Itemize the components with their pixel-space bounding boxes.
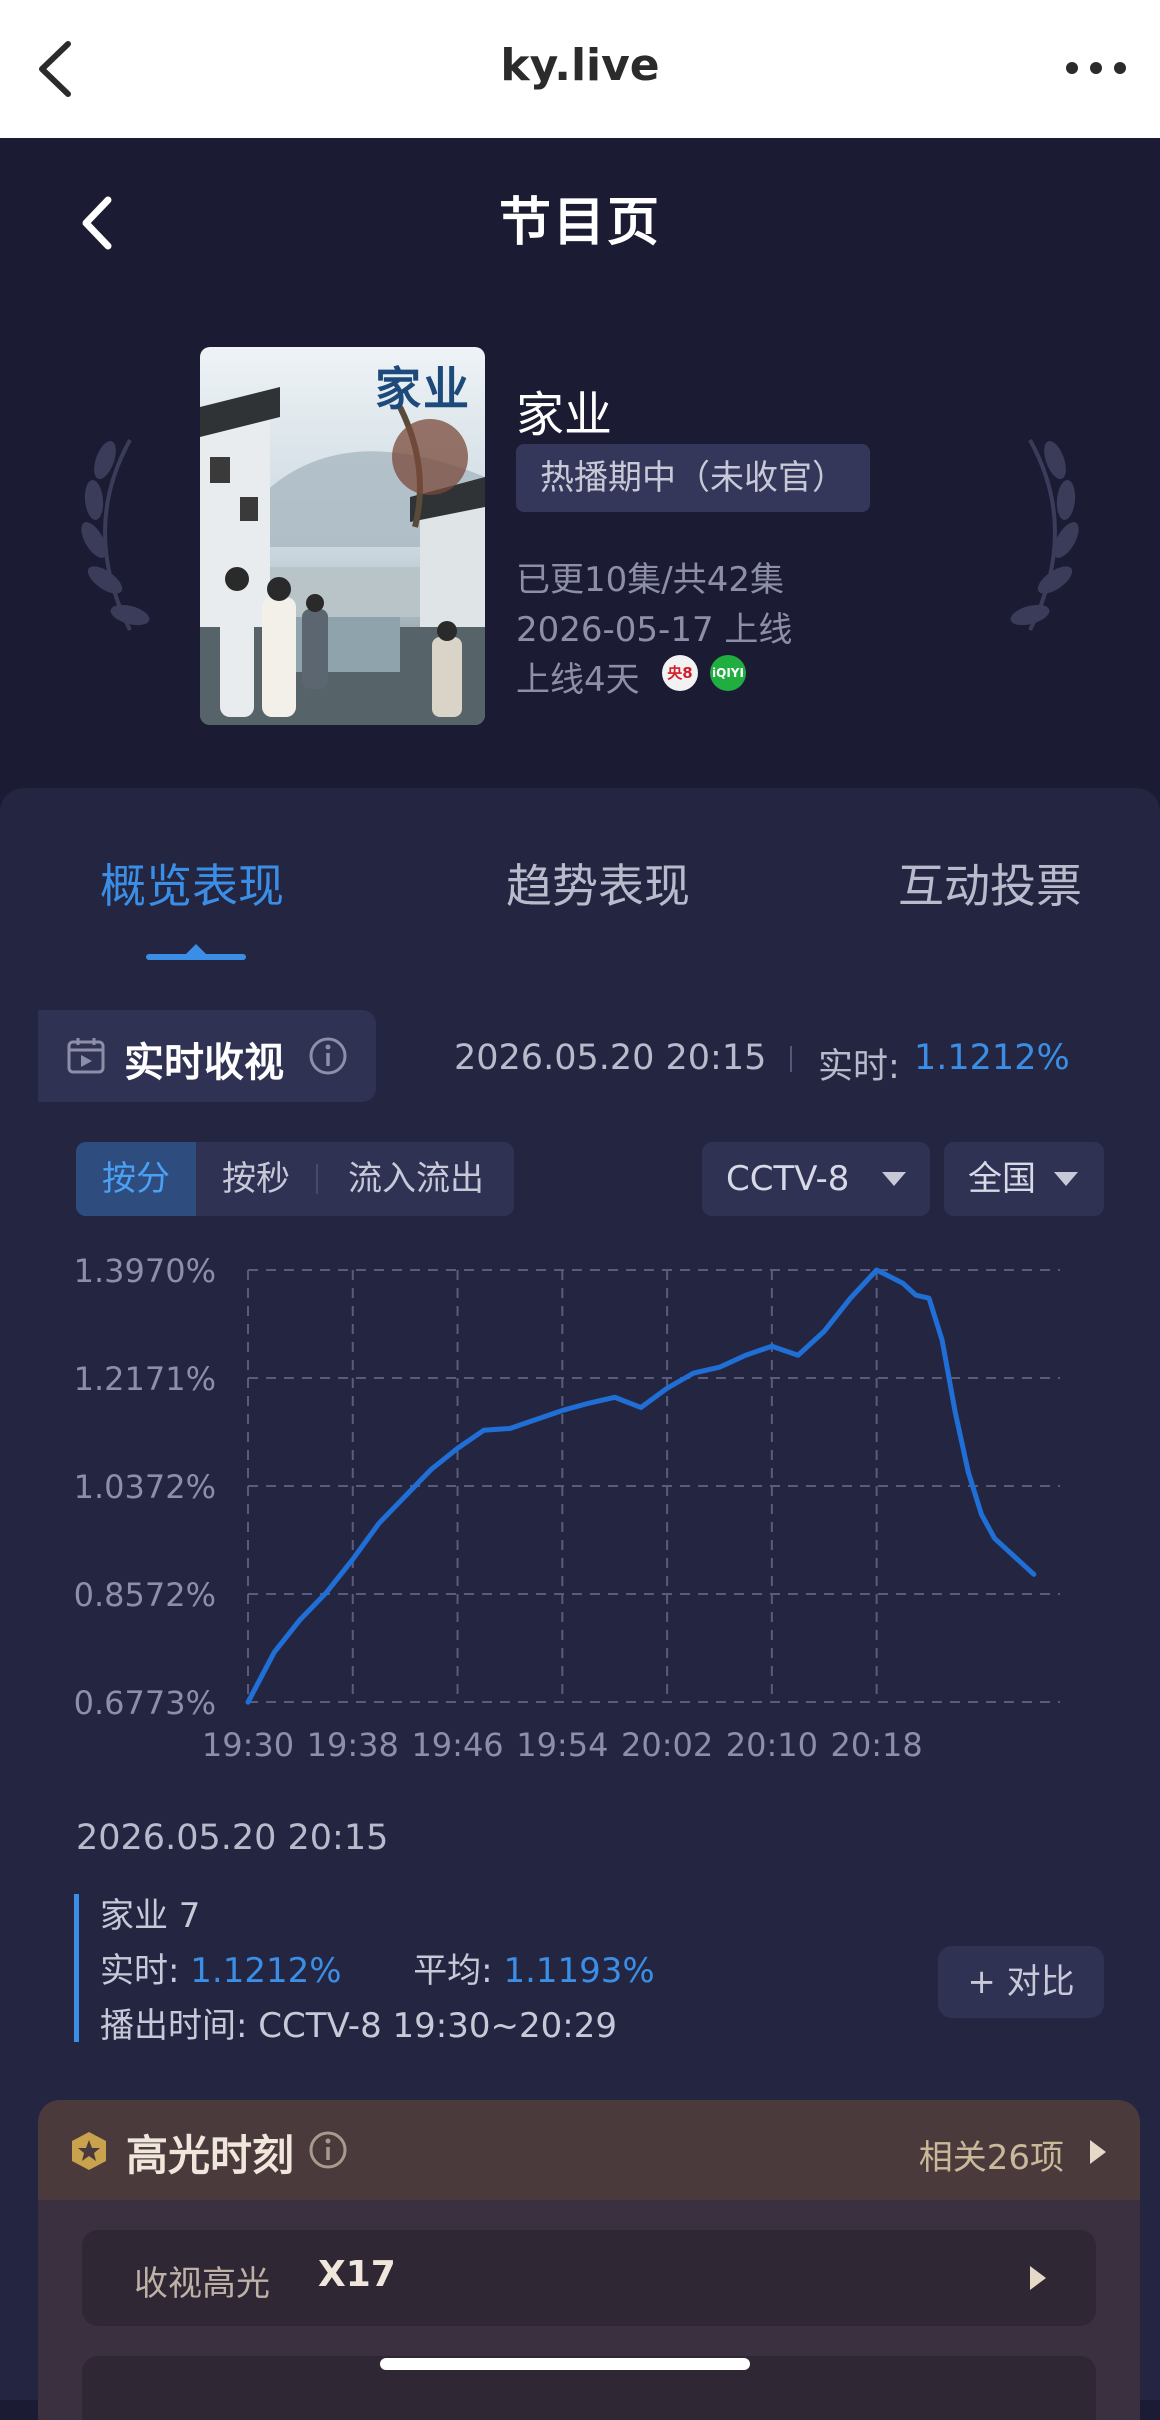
region-dropdown[interactable]: 全国 — [944, 1142, 1104, 1216]
laurel-right-icon — [1010, 439, 1079, 631]
info-icon[interactable] — [308, 2130, 348, 2170]
y-tick-label: 1.3970% — [74, 1252, 216, 1290]
y-tick-label: 1.0372% — [74, 1468, 216, 1506]
channel-dropdown-value: CCTV-8 — [726, 1159, 850, 1199]
highlights-card: 高光时刻 相关26项 收视高光 X17 — [38, 2100, 1140, 2420]
granularity-segmented-control: 按分 按秒 流入流出 — [76, 1142, 514, 1216]
segment-by-second[interactable]: 按秒 — [196, 1142, 316, 1216]
chevron-down-icon — [1054, 1172, 1078, 1186]
home-indicator — [380, 2358, 750, 2370]
tab-overview[interactable]: 概览表现 — [100, 850, 284, 916]
tab-indicator-caret — [186, 944, 206, 954]
divider — [790, 1046, 792, 1072]
tab-trend[interactable]: 趋势表现 — [506, 850, 690, 916]
realtime-timestamp: 2026.05.20 20:15 — [454, 1038, 767, 1078]
y-tick-label: 1.2171% — [74, 1360, 216, 1398]
highlights-title: 高光时刻 — [126, 2131, 295, 2180]
y-tick-label: 0.8572% — [74, 1576, 216, 1614]
x-tick-label: 19:46 — [411, 1726, 503, 1764]
air-time: 播出时间: CCTV-8 19:30~20:29 — [100, 1998, 617, 2047]
realtime-value: 1.1212% — [914, 1038, 1070, 1078]
realtime-rating-label: 实时: — [100, 1951, 180, 1991]
iqiyi-logo-icon: iQIYI — [710, 655, 746, 691]
x-tick-label: 19:30 — [202, 1726, 294, 1764]
tab-underline — [146, 954, 246, 960]
air-time-label: 播出时间: — [100, 2006, 248, 2046]
segment-flow[interactable]: 流入流出 — [318, 1142, 514, 1216]
calendar-icon — [67, 1038, 105, 1074]
episode-count: 已更10集/共42集 — [516, 560, 784, 600]
play-arrow-icon — [1030, 2266, 1046, 2290]
days-online: 上线4天 — [516, 660, 640, 700]
y-tick-label: 0.6773% — [74, 1684, 216, 1722]
play-arrow-icon — [1090, 2140, 1106, 2164]
premiere-date: 2026-05-17 上线 — [516, 610, 793, 650]
rating-summary: 实时: 1.1212% 平均: 1.1193% — [100, 1943, 655, 1992]
average-rating-value: 1.1193% — [503, 1951, 655, 1991]
realtime-value-label: 实时: — [818, 1047, 900, 1087]
app-header: 节目页 — [0, 138, 1160, 298]
region-dropdown-value: 全国 — [968, 1159, 1036, 1199]
highlight-row-label: 收视高光 — [134, 2264, 270, 2304]
air-time-value: CCTV-8 19:30~20:29 — [258, 2006, 617, 2046]
x-tick-label: 20:02 — [621, 1726, 713, 1764]
star-badge-icon — [72, 2132, 106, 2170]
segment-by-minute[interactable]: 按分 — [76, 1142, 196, 1216]
highlight-row[interactable]: 收视高光 X17 — [82, 2230, 1096, 2326]
highlights-related-count[interactable]: 相关26项 — [919, 2130, 1064, 2179]
chevron-down-icon — [882, 1172, 906, 1186]
series-color-bar — [74, 1894, 79, 2042]
browser-bar: ky.live — [0, 0, 1160, 138]
average-rating-label: 平均: — [413, 1951, 493, 1991]
realtime-rating-value: 1.1212% — [190, 1951, 342, 1991]
selected-timestamp: 2026.05.20 20:15 — [76, 1818, 389, 1858]
realtime-label: 实时收视 — [124, 1040, 284, 1086]
compare-button[interactable]: + 对比 — [938, 1946, 1104, 2018]
highlights-header[interactable]: 高光时刻 相关26项 — [38, 2100, 1140, 2200]
x-tick-label: 19:38 — [307, 1726, 399, 1764]
channel-dropdown[interactable]: CCTV-8 — [702, 1142, 930, 1216]
cctv8-logo-icon: 央8 — [662, 655, 698, 691]
page-title: 节目页 — [498, 193, 661, 253]
x-tick-label: 19:54 — [516, 1726, 608, 1764]
tab-vote[interactable]: 互动投票 — [898, 850, 1082, 916]
show-poster[interactable]: 家业 — [200, 347, 485, 725]
status-badge: 热播期中（未收官） — [516, 444, 870, 512]
poster-title: 家业 — [375, 362, 471, 416]
ratings-line-chart[interactable]: 1.3970% 1.2171% 1.0372% 0.8572% 0.6773% 19:30… — [0, 1228, 1160, 1808]
x-tick-label: 20:10 — [726, 1726, 818, 1764]
more-options-icon[interactable] — [1056, 48, 1136, 88]
laurel-left-icon — [81, 439, 150, 631]
realtime-chip: 实时收视 — [38, 1010, 376, 1102]
show-name: 家业 — [516, 387, 613, 443]
info-icon[interactable] — [308, 1036, 348, 1076]
highlight-row-value: X17 — [318, 2254, 396, 2295]
browser-url-title: ky.live — [500, 40, 660, 91]
episode-label: 家业 7 — [100, 1896, 201, 1936]
x-tick-label: 20:18 — [831, 1726, 923, 1764]
